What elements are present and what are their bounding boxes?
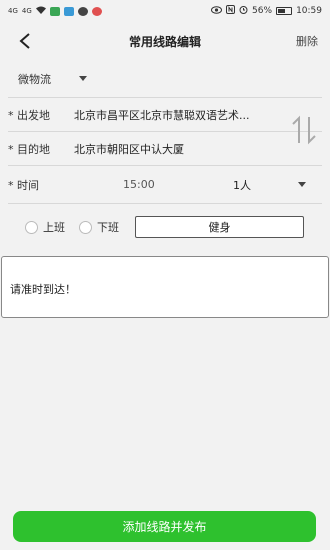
swap-icon (292, 115, 316, 145)
radio-commute-home[interactable]: 下班 (79, 219, 119, 235)
origin-label: * 出发地 (8, 108, 50, 122)
signal-indicator-1: 4G (8, 7, 18, 15)
type-selector[interactable]: 微物流 (8, 60, 322, 98)
note-textarea[interactable]: 请准时到达！ (1, 256, 329, 318)
custom-tag-input[interactable]: 健身 (135, 216, 304, 238)
destination-label: * 目的地 (8, 142, 50, 156)
signal-indicator-2: 4G (21, 7, 32, 15)
alarm-icon (239, 5, 248, 17)
app-notification-icon (49, 6, 60, 16)
status-time: 10:59 (296, 6, 322, 16)
battery-fill (278, 9, 285, 13)
origin-value: 北京市昌平区北京市慧聪双语艺术... (74, 108, 250, 122)
wifi-icon (35, 6, 46, 17)
time-label: * 时间 (8, 178, 39, 192)
tag-row: 上班 下班 健身 (0, 204, 330, 250)
chat-notification-icon (77, 6, 88, 16)
status-left: 4G 4G (8, 6, 102, 17)
page-title: 常用线路编辑 (128, 34, 201, 49)
delete-button[interactable]: 删除 (296, 33, 318, 49)
navigation-bar: 常用线路编辑 删除 (0, 22, 330, 60)
chevron-left-icon (19, 33, 30, 49)
add-route-and-publish-button[interactable]: 添加线路并发布 (13, 511, 316, 542)
back-button[interactable] (14, 30, 36, 52)
radio-label: 下班 (97, 221, 119, 234)
radio-commute-to-work[interactable]: 上班 (25, 219, 65, 235)
radio-label: 上班 (43, 221, 65, 234)
time-field: * 时间 15:00 1人 (8, 166, 322, 204)
status-right: 56% 10:59 (211, 5, 322, 17)
destination-field[interactable]: * 目的地 北京市朝阳区中认大厦 (8, 132, 322, 166)
origin-field[interactable]: * 出发地 北京市昌平区北京市慧聪双语艺术... (8, 98, 322, 132)
status-bar: 4G 4G 56% 10:59 (0, 0, 330, 22)
alert-notification-icon (91, 6, 102, 16)
message-notification-icon (63, 6, 74, 16)
destination-value: 北京市朝阳区中认大厦 (74, 142, 184, 156)
people-count[interactable]: 1人 (233, 177, 298, 193)
radio-circle (79, 220, 92, 234)
swap-button[interactable] (290, 112, 318, 148)
eye-icon (211, 5, 223, 17)
type-value: 微物流 (18, 72, 51, 86)
battery-percent: 56% (252, 6, 273, 16)
nfc-icon (226, 5, 236, 17)
route-form: 微物流 * 出发地 北京市昌平区北京市慧聪双语艺术... * 目的地 北京市朝阳… (0, 60, 330, 204)
chevron-down-icon (79, 76, 87, 81)
battery-icon (276, 7, 293, 15)
time-value[interactable]: 15:00 (123, 178, 233, 191)
route-block: * 出发地 北京市昌平区北京市慧聪双语艺术... * 目的地 北京市朝阳区中认大… (8, 98, 322, 166)
chevron-down-icon[interactable] (298, 182, 306, 187)
radio-circle (25, 220, 38, 234)
